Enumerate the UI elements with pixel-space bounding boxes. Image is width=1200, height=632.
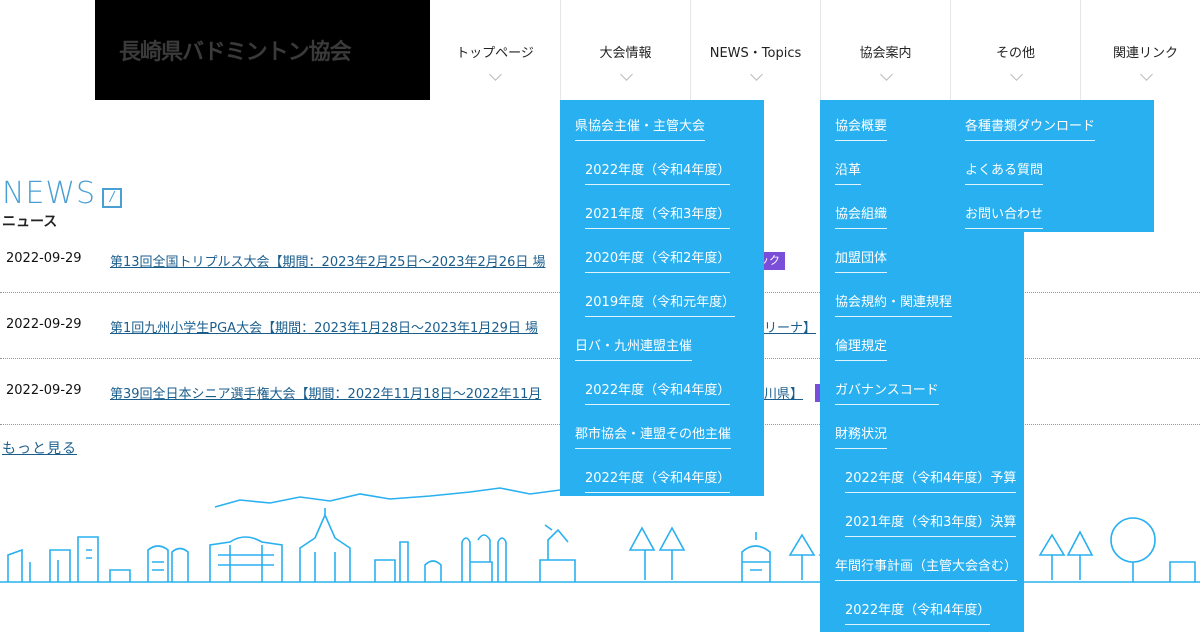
nav-label: NEWS・Topics [709,46,802,61]
news-date: 2022-09-29 [6,317,82,332]
nav-item-top[interactable]: トップページ [430,0,560,100]
dropdown-item[interactable]: 協会規約・関連規程 [835,291,953,317]
chevron-down-icon [749,68,763,81]
dropdown-item[interactable]: 県協会主催・主管大会 [575,115,706,141]
nav-item-news[interactable]: NEWS・Topics [690,0,820,100]
news-date: 2022-09-29 [6,383,82,398]
dropdown-item[interactable]: 沿革 [835,159,862,185]
dropdown-tournament: 県協会主催・主管大会 2022年度（令和4年度） 2021年度（令和3年度） 2… [560,100,764,496]
dropdown-item[interactable]: 年間行事計画（主管大会含む） [835,555,1018,581]
nav-label: 関連リンク [1112,46,1178,61]
dropdown-item[interactable]: 各種書類ダウンロード [965,115,1096,141]
site-logo[interactable]: 長崎県バドミントン協会 [95,0,430,100]
nav-item-tournament[interactable]: 大会情報 [560,0,690,100]
dropdown-item[interactable]: 2021年度（令和3年度）決算 [845,511,1017,537]
dropdown-item[interactable]: ガバナンスコード [835,379,939,405]
nav-item-other[interactable]: その他 [950,0,1080,100]
site-title: 長崎県バドミントン協会 [119,40,352,65]
dropdown-item[interactable]: よくある質問 [965,159,1044,185]
nav-label: トップページ [456,46,534,61]
chevron-down-icon [1009,68,1023,81]
dropdown-item[interactable]: 郡市協会・連盟その他主催 [575,423,732,449]
dropdown-item[interactable]: 協会概要 [835,115,888,141]
dropdown-item[interactable]: 2022年度（令和4年度） [585,379,731,405]
dropdown-item[interactable]: 財務状況 [835,423,888,449]
global-nav: トップページ 大会情報 NEWS・Topics 協会案内 その他 関連リンク [430,0,1200,100]
dropdown-item[interactable]: 2022年度（令和4年度） [585,467,731,493]
news-link[interactable]: 第13回全国トリプルス大会【期間：2023年2月25日〜2023年2月26日 場 [110,251,545,270]
nav-label: 大会情報 [599,46,652,61]
chevron-down-icon [879,68,893,81]
more-news-link[interactable]: もっと見る [2,438,77,458]
news-heading: NEWS / [2,176,123,211]
dropdown-item[interactable]: 2021年度（令和3年度） [585,203,731,229]
chevron-down-icon [1139,68,1153,81]
news-link[interactable]: 第1回九州小学生PGA大会【期間：2023年1月28日〜2023年1月29日 場 [110,317,538,336]
dropdown-item[interactable]: 2022年度（令和4年度） [585,159,731,185]
nav-label: 協会案内 [859,46,912,61]
news-date: 2022-09-29 [6,251,82,266]
dropdown-item[interactable]: 加盟団体 [835,247,888,273]
dropdown-item[interactable]: 倫理規定 [835,335,888,361]
chevron-down-icon [489,68,502,81]
nav-label: その他 [995,46,1035,61]
dropdown-item[interactable]: 協会組織 [835,203,888,229]
dropdown-item[interactable]: 2022年度（令和4年度）予算 [845,467,1017,493]
dropdown-item[interactable]: 2019年度（令和元年度） [585,291,736,317]
pencil-icon: / [102,188,123,208]
dropdown-item[interactable]: 2020年度（令和2年度） [585,247,731,273]
nav-item-association[interactable]: 協会案内 [820,0,950,100]
news-link-tail[interactable]: 川県】 [764,383,803,402]
news-link[interactable]: 第39回全日本シニア選手権大会【期間：2022年11月18日〜2022年11月 [110,383,541,402]
dropdown-item[interactable]: お問い合わせ [965,203,1044,229]
nav-item-links[interactable]: 関連リンク [1080,0,1200,100]
dropdown-item[interactable]: 2022年度（令和4年度） [845,599,991,625]
news-link-tail[interactable]: リーナ】 [764,317,816,336]
dropdown-item[interactable]: 日バ・九州連盟主催 [575,335,693,361]
chevron-down-icon [619,68,633,81]
news-title: NEWS [2,176,97,211]
